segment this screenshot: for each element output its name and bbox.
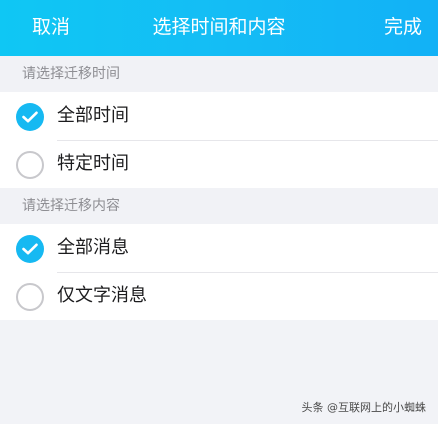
divider <box>57 140 438 141</box>
watermark: 头条 @互联网上的小蜘蛛 <box>301 401 427 414</box>
option-all-time[interactable]: 全部时间 <box>0 92 438 140</box>
section-header-time: 请选择迁移时间 <box>0 56 438 92</box>
done-button[interactable]: 完成 <box>384 14 422 40</box>
option-label: 全部消息 <box>57 237 129 258</box>
section-header-content: 请选择迁移内容 <box>0 188 438 224</box>
option-text-messages-only[interactable]: 仅文字消息 <box>0 272 438 320</box>
divider <box>57 272 438 273</box>
radio-unchecked-icon[interactable] <box>16 151 44 179</box>
option-label: 全部时间 <box>57 105 129 126</box>
option-all-messages[interactable]: 全部消息 <box>0 224 438 272</box>
radio-checked-icon[interactable] <box>16 103 44 131</box>
option-label: 特定时间 <box>57 153 129 174</box>
navigation-bar: 取消 选择时间和内容 完成 <box>0 0 438 56</box>
option-specific-time[interactable]: 特定时间 <box>0 140 438 188</box>
checkmark-icon <box>22 243 38 255</box>
checkmark-icon <box>22 111 38 123</box>
radio-unchecked-icon[interactable] <box>16 283 44 311</box>
option-label: 仅文字消息 <box>57 285 147 306</box>
page-title: 选择时间和内容 <box>152 16 286 38</box>
migration-select-screen: 取消 选择时间和内容 完成 请选择迁移时间 全部时间 特定时间 请选择迁移内容 … <box>0 0 438 424</box>
radio-checked-icon[interactable] <box>16 235 44 263</box>
